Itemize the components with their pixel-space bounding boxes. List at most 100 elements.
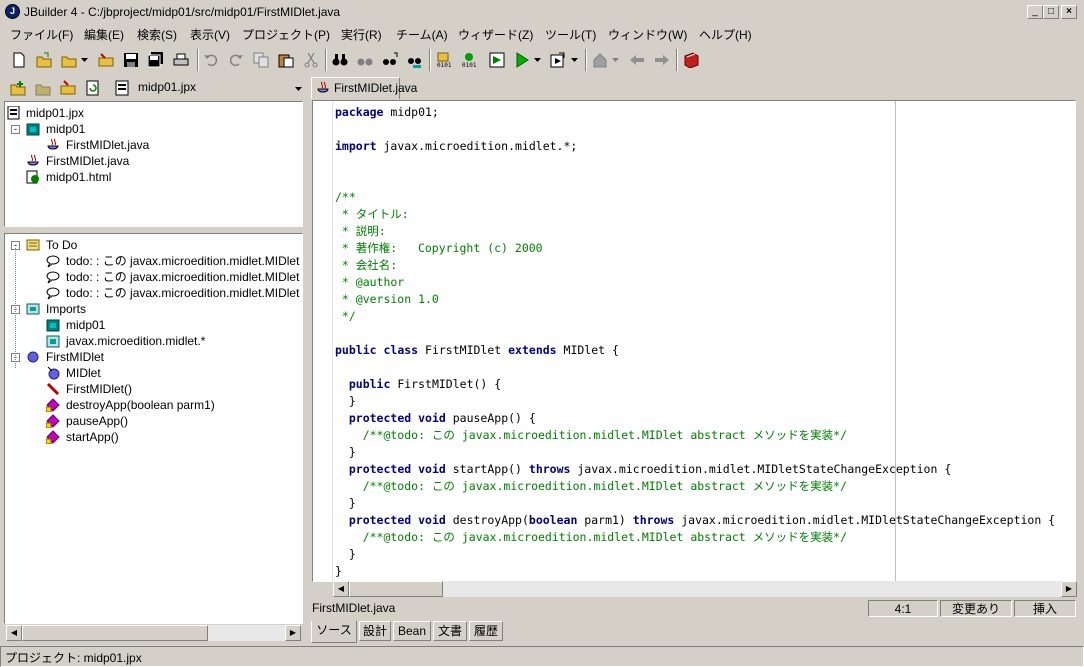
- code-comment: * @version 1.0: [335, 292, 439, 306]
- menu-view[interactable]: 表示(V): [190, 26, 230, 43]
- dropdown-arrow-icon: [534, 58, 541, 62]
- project-selector-dropdown[interactable]: midp01.jpx: [112, 78, 302, 98]
- scroll-left-button[interactable]: ◀: [6, 625, 22, 641]
- jbuilder-app-icon[interactable]: J: [5, 4, 20, 19]
- code-line: protected void destroyApp(boolean parm1)…: [335, 512, 1055, 529]
- refresh-project-button[interactable]: [82, 77, 104, 99]
- run-dropdown[interactable]: [533, 49, 543, 71]
- remove-from-project-button[interactable]: [32, 77, 54, 99]
- menu-help[interactable]: ヘルプ(H): [699, 26, 752, 43]
- paste-button[interactable]: [275, 49, 297, 71]
- menu-project[interactable]: プロジェクト(P): [242, 26, 330, 43]
- code-text: javax.microedition.midlet.MIDletStateCha…: [674, 513, 1056, 527]
- dropdown-arrow-icon: [295, 87, 302, 91]
- find-again-button[interactable]: [354, 49, 376, 71]
- code-text: MIDlet {: [556, 343, 619, 357]
- run-button[interactable]: [511, 49, 533, 71]
- code-line: * 説明:: [335, 223, 386, 240]
- make-button[interactable]: 0101: [433, 49, 455, 71]
- code-line: /**@todo: この javax.microedition.midlet.M…: [335, 478, 847, 495]
- menu-wizard[interactable]: ウィザード(Z): [458, 26, 533, 43]
- undo-button[interactable]: [200, 49, 222, 71]
- open-button[interactable]: [33, 49, 55, 71]
- add-to-project-button[interactable]: [7, 77, 29, 99]
- save-all-button[interactable]: [145, 49, 167, 71]
- close-button[interactable]: ×: [1061, 5, 1077, 19]
- menu-run[interactable]: 実行(R): [341, 26, 382, 43]
- structure-pane[interactable]: - To Do todo: : この javax.microedition.mi…: [4, 233, 303, 641]
- reopen-button[interactable]: [58, 49, 80, 71]
- menu-tools[interactable]: ツール(T): [545, 26, 596, 43]
- code-text: }: [335, 564, 342, 578]
- code-line: import javax.microedition.midlet.*;: [335, 138, 577, 155]
- debug-button[interactable]: [547, 49, 569, 71]
- code-editor[interactable]: package midp01; import javax.microedition…: [312, 100, 1077, 597]
- scroll-right-button[interactable]: ▶: [1061, 581, 1077, 597]
- toolbar-separator: [429, 49, 431, 71]
- html-file-icon: [26, 170, 39, 184]
- cut-button[interactable]: [300, 49, 322, 71]
- title-bar[interactable]: J JBuilder 4 - C:/jbproject/midp01/src/m…: [0, 0, 1084, 24]
- menu-file[interactable]: ファイル(F): [10, 26, 73, 43]
- maximize-button[interactable]: □: [1043, 5, 1059, 19]
- tab-bean[interactable]: Bean: [393, 621, 431, 641]
- close-project-button[interactable]: [57, 77, 79, 99]
- collapse-toggle[interactable]: -: [11, 125, 20, 134]
- search-symbol-button[interactable]: [404, 49, 426, 71]
- class-icon: [27, 351, 39, 363]
- rebuild-button[interactable]: 0101: [458, 49, 480, 71]
- run-project-button[interactable]: [486, 49, 508, 71]
- project-selector-value: midp01.jpx: [138, 80, 197, 94]
- save-all-icon: [148, 52, 163, 68]
- redo-button[interactable]: [225, 49, 247, 71]
- save-button[interactable]: [120, 49, 142, 71]
- copy-button[interactable]: [250, 49, 272, 71]
- replace-button[interactable]: [379, 49, 401, 71]
- home-dropdown[interactable]: [611, 49, 621, 71]
- code-line: }: [335, 495, 356, 512]
- scroll-right-button[interactable]: ▶: [285, 625, 301, 641]
- back-button[interactable]: [626, 49, 648, 71]
- menu-search[interactable]: 検索(S): [137, 26, 177, 43]
- menu-window[interactable]: ウィンドウ(W): [608, 26, 687, 43]
- tab-first-midlet-java[interactable]: FirstMIDlet.java: [311, 77, 417, 99]
- modified-indicator: 変更あり: [940, 600, 1012, 617]
- code-comment: * 説明:: [335, 224, 386, 238]
- tab-source[interactable]: ソース: [311, 621, 357, 643]
- pane-splitter[interactable]: [304, 76, 310, 644]
- scroll-thumb[interactable]: [349, 581, 443, 597]
- code-line: * タイトル:: [335, 206, 409, 223]
- tab-history[interactable]: 履歴: [469, 621, 503, 641]
- home-icon: [593, 53, 607, 68]
- menu-bar: ファイル(F) 編集(E) 検索(S) 表示(V) プロジェクト(P) 実行(R…: [0, 24, 1084, 44]
- menu-edit[interactable]: 編集(E): [84, 26, 124, 43]
- code-text: destroyApp(: [445, 513, 529, 527]
- help-book-button[interactable]: [680, 49, 702, 71]
- todo-comment-icon: [46, 255, 60, 268]
- minimize-button[interactable]: _: [1027, 5, 1043, 19]
- print-button[interactable]: [170, 49, 192, 71]
- svg-text:0101: 0101: [437, 62, 452, 68]
- home-button[interactable]: [589, 49, 611, 71]
- scroll-left-button[interactable]: ◀: [333, 581, 349, 597]
- close-file-button[interactable]: [95, 49, 117, 71]
- reopen-dropdown[interactable]: [80, 49, 90, 71]
- debug-dropdown[interactable]: [570, 49, 580, 71]
- run-project-icon: [489, 52, 505, 68]
- editor-hscrollbar[interactable]: ◀ ▶: [333, 581, 1077, 597]
- tab-design[interactable]: 設計: [359, 621, 391, 641]
- menu-team[interactable]: チーム(A): [396, 26, 448, 43]
- code-keyword: extends: [508, 343, 557, 357]
- scroll-thumb[interactable]: [22, 625, 208, 641]
- structure-hscrollbar[interactable]: ◀ ▶: [6, 625, 301, 641]
- tab-doc[interactable]: 文書: [433, 621, 467, 641]
- find-again-icon: [357, 58, 373, 66]
- new-file-button[interactable]: [8, 49, 30, 71]
- code-text: pauseApp() {: [445, 411, 536, 425]
- find-button[interactable]: [329, 49, 351, 71]
- method-icon: [46, 414, 60, 428]
- project-tree-pane[interactable]: midp01.jpx - midp01 FirstMIDlet.java Fir…: [4, 101, 303, 227]
- forward-button[interactable]: [651, 49, 673, 71]
- package-icon: [26, 123, 40, 136]
